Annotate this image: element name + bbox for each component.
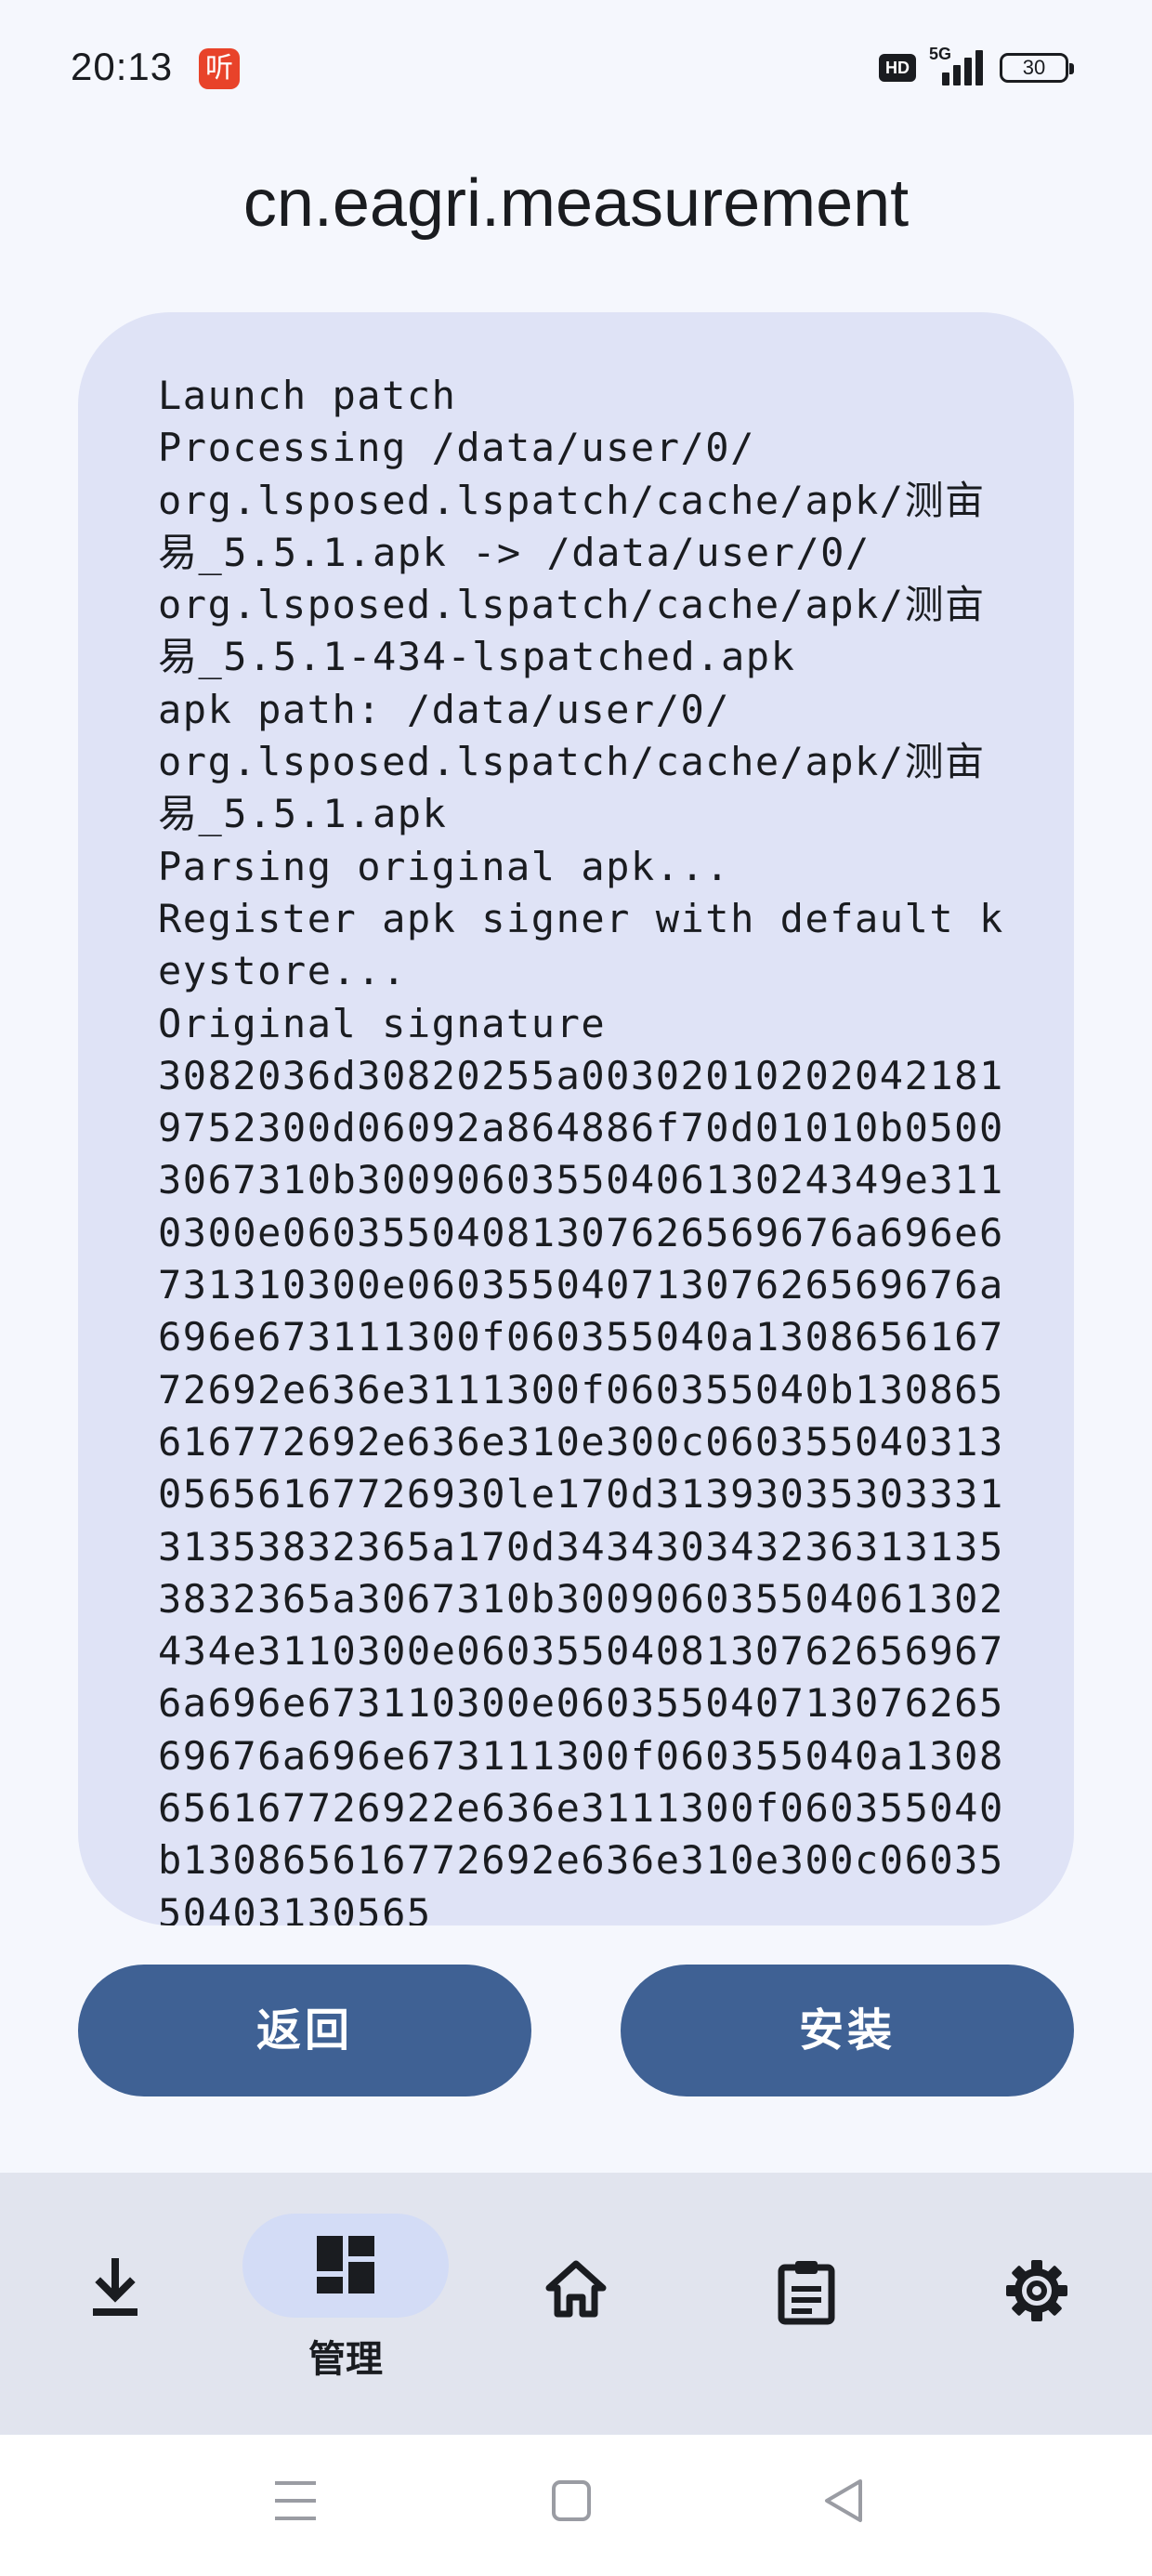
patch-log-card[interactable]: Launch patch Processing /data/user/0/ or… (78, 312, 1074, 1925)
nav-item-manage[interactable]: 管理 (230, 2173, 461, 2435)
home-icon (545, 2260, 607, 2318)
listen-app-notification-icon: 听 (199, 48, 240, 89)
nav-item-settings[interactable] (922, 2173, 1152, 2435)
download-icon (93, 2258, 137, 2316)
nav-item-download[interactable] (0, 2173, 230, 2435)
battery-icon: 30 (1000, 53, 1074, 83)
system-navigation-bar (0, 2435, 1152, 2576)
hd-voice-icon: HD (879, 54, 916, 82)
status-time: 20:13 (71, 45, 174, 88)
dashboard-icon (317, 2236, 374, 2293)
install-button[interactable]: 安装 (621, 1965, 1074, 2096)
recents-menu-icon[interactable] (275, 2477, 316, 2524)
cellular-signal-icon: 5G (929, 45, 987, 89)
patch-log-text: Launch patch Processing /data/user/0/ or… (158, 373, 1004, 1925)
status-bar: 20:13 听 HD 5G 30 (0, 0, 1152, 139)
nav-label-manage: 管理 (308, 2338, 383, 2381)
back-button[interactable]: 返回 (78, 1965, 531, 2096)
home-square-icon[interactable] (552, 2477, 591, 2524)
clipboard-icon (778, 2261, 835, 2325)
gear-icon (1006, 2260, 1067, 2321)
network-type-label: 5G (929, 45, 952, 63)
back-triangle-icon[interactable] (823, 2477, 864, 2524)
page-title: cn.eagri.measurement (242, 166, 910, 241)
status-icons: HD 5G 30 (879, 45, 1074, 89)
bottom-navigation: 管理 (0, 2173, 1152, 2435)
battery-level: 30 (1022, 56, 1046, 79)
nav-item-home[interactable] (461, 2173, 691, 2435)
nav-item-logs[interactable] (691, 2173, 922, 2435)
